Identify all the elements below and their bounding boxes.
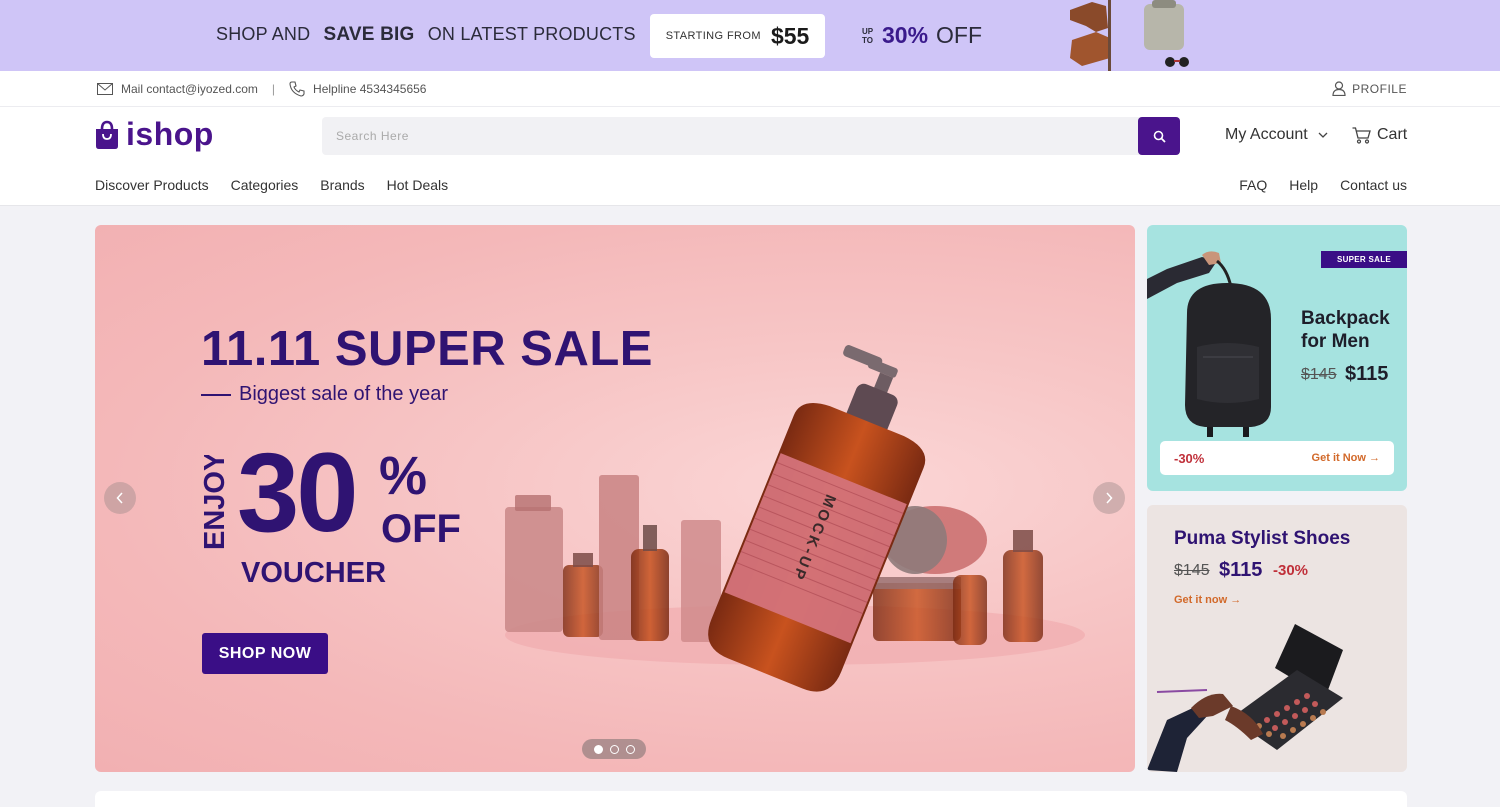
nav-left: Discover Products Categories Brands Hot … [95, 177, 448, 193]
promo-starting-label: STARTING FROM [665, 30, 761, 42]
shoes-name: Puma Stylist Shoes [1174, 528, 1351, 549]
shoes-new-price: $115 [1219, 559, 1263, 581]
subtitle-dash [201, 393, 231, 396]
separator: | [271, 82, 276, 96]
main-nav: Discover Products Categories Brands Hot … [0, 164, 1500, 206]
promo-upto-label: UP TO [862, 26, 874, 45]
hero-percent-sign: % [379, 446, 428, 506]
my-account-label: My Account [1225, 126, 1308, 143]
promo-upto: UP TO 30% OFF [862, 22, 982, 49]
nav-help[interactable]: Help [1289, 177, 1318, 193]
search-icon [1153, 130, 1166, 143]
promo-text-bold: SAVE BIG [323, 24, 415, 45]
backpack-new-price: $115 [1345, 363, 1389, 385]
shoes-discount: -30% [1273, 562, 1309, 579]
backpack-cta-bar[interactable]: -30% Get it Now → [1160, 441, 1394, 475]
my-account-dropdown[interactable]: My Account [1225, 126, 1328, 144]
slider-prev-button[interactable] [104, 482, 136, 514]
search-bar [322, 117, 1180, 155]
content-strip [95, 791, 1407, 807]
nav-categories[interactable]: Categories [231, 177, 299, 193]
search-input[interactable] [322, 117, 1122, 155]
hero-subtitle-text: Biggest sale of the year [239, 383, 449, 405]
info-bar: Mail contact@iyozed.com | Helpline 45343… [0, 71, 1500, 107]
profile-label: PROFILE [1352, 81, 1407, 96]
cart-label: Cart [1377, 126, 1408, 143]
nav-discover-products[interactable]: Discover Products [95, 177, 209, 193]
chevron-left-icon [116, 492, 123, 504]
promo-text-before: SHOP AND [216, 24, 311, 44]
shoes-get-it-now-link[interactable]: Get it now → [1174, 594, 1241, 606]
slider-next-button[interactable] [1093, 482, 1125, 514]
profile-link[interactable]: PROFILE [1332, 81, 1407, 96]
backpack-name: Backpack for Men [1301, 308, 1390, 352]
cart-button[interactable]: Cart [1352, 126, 1407, 144]
helpline-text[interactable]: Helpline 4534345656 [313, 82, 426, 96]
hero-enjoy-text: ENJOY [199, 455, 231, 550]
promo-off: OFF [936, 22, 983, 48]
logo-text: ishop [126, 116, 214, 152]
backpack-get-it-now-link[interactable]: Get it Now → [1312, 452, 1380, 464]
backpack-old-price: $145 [1301, 366, 1337, 383]
promo-card-backpack[interactable]: SUPER SALE Backpack for Men $145 $115 -30… [1147, 225, 1407, 491]
cart-icon [1352, 126, 1371, 144]
svg-text:ENJOY: ENJOY [199, 455, 231, 550]
promo-banner[interactable]: SHOP AND SAVE BIG ON LATEST PRODUCTS STA… [0, 0, 1500, 71]
contact-info: Mail contact@iyozed.com | Helpline 45343… [97, 81, 426, 97]
slider-dots [582, 739, 646, 759]
slider-dot-3[interactable] [625, 744, 635, 754]
backpack-image [1147, 251, 1271, 437]
chevron-right-icon [1106, 492, 1113, 504]
shoes-old-price: $145 [1174, 562, 1210, 579]
super-sale-badge: SUPER SALE [1321, 251, 1407, 268]
nav-faq[interactable]: FAQ [1239, 177, 1267, 193]
hero-slider: 11.11 SUPER SALE Biggest sale of the yea… [95, 225, 1135, 772]
user-icon [1332, 81, 1346, 96]
hero-voucher-text: VOUCHER [241, 557, 387, 589]
slider-dot-2[interactable] [609, 744, 619, 754]
promo-products-image [1070, 0, 1189, 71]
hero-discount-number: 30 [237, 430, 359, 555]
backpack-discount: -30% [1174, 451, 1205, 466]
shop-now-button[interactable]: SHOP NOW [202, 633, 328, 674]
promo-starting-box: STARTING FROM $55 [650, 14, 825, 58]
logo[interactable]: ishop [94, 116, 214, 153]
phone-icon [289, 81, 305, 97]
slider-dot-1[interactable] [593, 744, 603, 754]
chevron-down-icon [1318, 132, 1328, 138]
search-button[interactable] [1138, 117, 1180, 155]
shopping-bag-logo-icon [96, 120, 118, 149]
header: ishop My Account Cart [0, 107, 1500, 164]
hero-subtitle: Biggest sale of the year [201, 383, 448, 406]
promo-text: SHOP AND SAVE BIG ON LATEST PRODUCTS [216, 24, 636, 46]
nav-contact-us[interactable]: Contact us [1340, 177, 1407, 193]
promo-starting-price: $55 [770, 22, 810, 49]
nav-brands[interactable]: Brands [320, 177, 364, 193]
hero-off-text: OFF [381, 507, 461, 551]
promo-text-after: ON LATEST PRODUCTS [427, 24, 636, 44]
mail-icon [97, 83, 113, 95]
hero-products-image: MOCK-UP [505, 345, 1085, 692]
promo-percent: 30% [882, 22, 929, 48]
nav-hot-deals[interactable]: Hot Deals [387, 177, 448, 193]
makeup-palette-image [1147, 624, 1343, 772]
nav-right: FAQ Help Contact us [1239, 177, 1407, 193]
mail-text[interactable]: Mail contact@iyozed.com [121, 82, 258, 96]
promo-card-shoes[interactable]: Puma Stylist Shoes $145 $115 -30% Get it… [1147, 505, 1407, 772]
